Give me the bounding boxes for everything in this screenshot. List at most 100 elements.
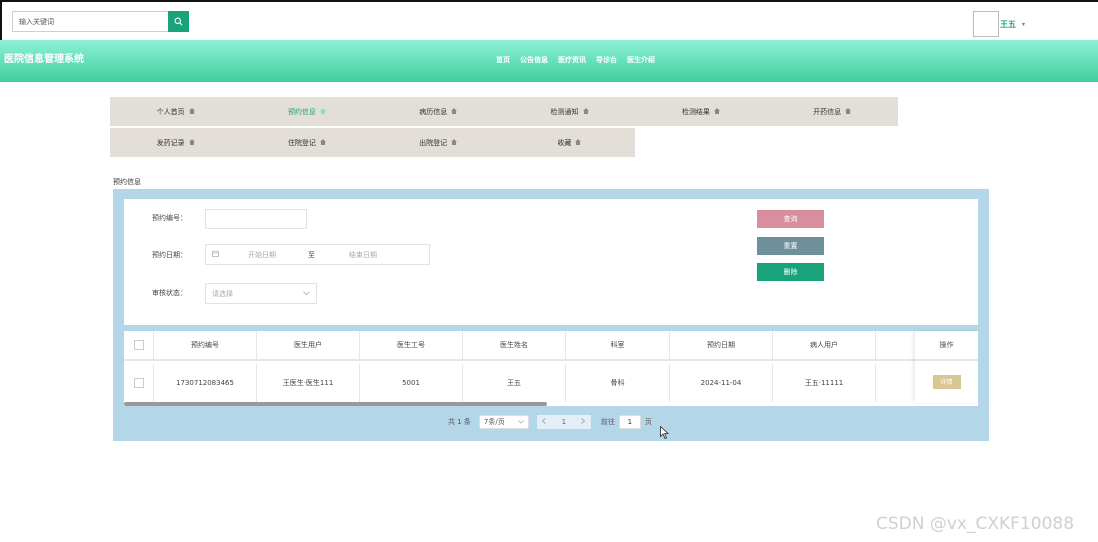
nav-announcements[interactable]: 公告信息	[520, 55, 548, 65]
search-icon	[174, 17, 183, 26]
column-header-operation: 操作	[915, 331, 978, 361]
chevron-right-icon	[581, 418, 586, 426]
user-name[interactable]: 王五	[1000, 19, 1016, 30]
column-header[interactable]: 预约编号	[154, 331, 257, 359]
header-banner: 医院信息管理系统 首页 公告信息 医疗资讯 导诊台 医生介绍	[0, 40, 1098, 82]
tab-appointment-info[interactable]: 预约信息	[241, 97, 372, 126]
row-checkbox[interactable]	[133, 378, 144, 388]
nav-guide-desk[interactable]: 导诊台	[596, 55, 617, 65]
horizontal-scrollbar[interactable]	[124, 402, 547, 406]
appointment-table: 预约编号 医生用户 医生工号 医生姓名 科室 预约日期 病人用户 1730712…	[124, 331, 978, 406]
watermark: CSDN @vx_CXKF10088	[876, 514, 1075, 534]
page-size-select[interactable]: 7条/页	[478, 415, 529, 429]
reset-button[interactable]: 重置	[757, 237, 824, 255]
home-icon	[713, 107, 720, 116]
home-icon	[575, 138, 582, 147]
top-bar: 王五 ▾	[0, 0, 1098, 40]
appointment-id-label: 预约编号：	[152, 214, 187, 222]
table-row: 1730712083465 王医生·医生111 5001 王五 骨科 2024-…	[124, 364, 916, 402]
tab-prescription[interactable]: 开药信息	[766, 97, 897, 126]
table-header: 预约编号 医生用户 医生工号 医生姓名 科室 预约日期 病人用户	[124, 331, 916, 361]
search-input[interactable]	[12, 11, 168, 32]
appointment-date-label: 预约日期：	[152, 251, 187, 259]
tab-label: 开药信息	[813, 107, 842, 116]
operation-cell: 详情	[915, 361, 978, 402]
tab-label: 检测结果	[681, 107, 710, 116]
tab-dispensing-record[interactable]: 发药记录	[110, 128, 241, 157]
home-icon	[845, 107, 852, 116]
nav-medical-news[interactable]: 医疗资讯	[558, 55, 586, 65]
tab-label: 发药记录	[156, 138, 185, 147]
home-icon	[451, 107, 458, 116]
goto-label: 前往	[600, 418, 615, 426]
column-header[interactable]: 医生用户	[257, 331, 360, 359]
tab-label: 病历信息	[419, 107, 448, 116]
tab-test-result[interactable]: 检测结果	[635, 97, 766, 126]
home-icon	[188, 107, 195, 116]
end-date-input[interactable]: 结束日期	[349, 250, 377, 260]
search-button[interactable]	[168, 11, 189, 32]
user-menu[interactable]: 王五 ▾	[973, 11, 1025, 37]
column-header[interactable]: 科室	[566, 331, 670, 359]
tab-admission[interactable]: 住院登记	[241, 128, 372, 157]
tab-label: 检测通知	[550, 107, 579, 116]
tab-label: 预约信息	[287, 107, 316, 116]
next-page-button[interactable]	[575, 415, 591, 429]
cell-patient: 王五·11111	[773, 364, 876, 402]
cell-doctor-name: 王五	[463, 364, 566, 402]
search-bar	[12, 11, 189, 32]
section-title: 预约信息	[113, 178, 141, 186]
tab-personal-home[interactable]: 个人首页	[110, 97, 241, 126]
column-header[interactable]: 医生工号	[360, 331, 463, 359]
chevron-down-icon	[518, 418, 524, 426]
cell-doctor-user: 王医生·医生111	[257, 364, 360, 402]
tab-discharge[interactable]: 出院登记	[373, 128, 504, 157]
total-count: 共 1 条	[448, 418, 471, 426]
tab-label: 住院登记	[287, 138, 316, 147]
select-placeholder: 请选择	[212, 289, 233, 298]
chevron-left-icon	[542, 418, 547, 426]
filter-form: 预约编号： 预约日期： 开始日期 至 结束日期 审核状态： 请选择 查询 重置 …	[124, 199, 978, 325]
tab-favorites[interactable]: 收藏	[504, 128, 635, 157]
chevron-down-icon[interactable]: ▾	[1022, 21, 1025, 28]
column-header[interactable]: 预约日期	[670, 331, 773, 359]
cell-department: 骨科	[566, 364, 670, 402]
cell-doctor-no: 5001	[360, 364, 463, 402]
query-button[interactable]: 查询	[757, 210, 824, 228]
site-title: 医院信息管理系统	[4, 54, 84, 65]
header-checkbox-cell	[124, 331, 154, 359]
center-tabs: 个人首页 预约信息 病历信息 检测通知 检测结果 开药信息 发药记录 住院登记 …	[110, 97, 898, 159]
tab-row: 个人首页 预约信息 病历信息 检测通知 检测结果 开药信息	[110, 97, 898, 126]
review-status-label: 审核状态：	[152, 289, 187, 297]
page-unit-label: 页	[644, 418, 652, 426]
pagination: 共 1 条 7条/页 1 前往 1 页	[448, 415, 652, 429]
tab-medical-record[interactable]: 病历信息	[373, 97, 504, 126]
select-all-checkbox[interactable]	[133, 340, 144, 350]
prev-page-button[interactable]	[536, 415, 552, 429]
date-range-picker[interactable]: 开始日期 至 结束日期	[205, 244, 430, 265]
nav-home[interactable]: 首页	[496, 55, 510, 65]
column-header[interactable]	[876, 331, 916, 359]
tab-label: 出院登记	[419, 138, 448, 147]
row-checkbox-cell	[124, 364, 154, 402]
main-nav: 首页 公告信息 医疗资讯 导诊台 医生介绍	[496, 55, 655, 65]
operation-column: 操作 详情	[915, 331, 978, 402]
avatar[interactable]	[973, 11, 999, 37]
home-icon	[319, 138, 326, 147]
delete-button[interactable]: 删除	[757, 263, 824, 281]
review-status-select[interactable]: 请选择	[205, 283, 317, 304]
start-date-input[interactable]: 开始日期	[248, 250, 276, 260]
page-number[interactable]: 1	[551, 415, 576, 429]
chevron-down-icon	[303, 290, 310, 298]
nav-doctor-intro[interactable]: 医生介绍	[627, 55, 655, 65]
column-header[interactable]: 病人用户	[773, 331, 876, 359]
page-size-value: 7条/页	[483, 418, 505, 426]
tab-label: 收藏	[557, 138, 572, 147]
column-header[interactable]: 医生姓名	[463, 331, 566, 359]
tab-row: 发药记录 住院登记 出院登记 收藏	[110, 128, 635, 157]
calendar-icon	[212, 250, 219, 259]
tab-test-notice[interactable]: 检测通知	[504, 97, 635, 126]
appointment-id-input[interactable]	[205, 209, 307, 229]
goto-page-input[interactable]: 1	[618, 415, 641, 429]
detail-button[interactable]: 详情	[932, 374, 961, 389]
